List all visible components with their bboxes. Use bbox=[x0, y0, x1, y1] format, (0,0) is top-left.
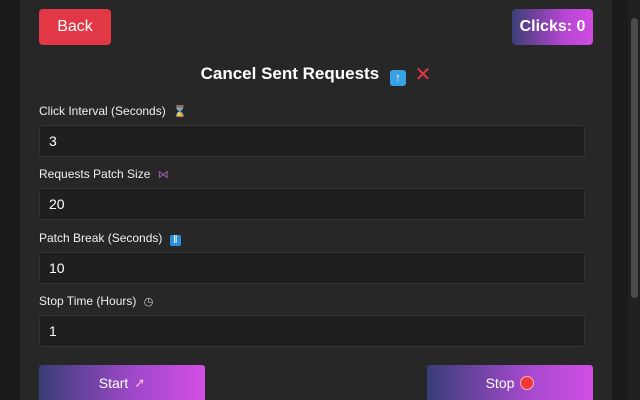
click-interval-label: Click Interval (Seconds) ⌛ bbox=[39, 104, 187, 118]
start-button[interactable]: Start ➚ bbox=[39, 365, 205, 400]
start-button-label: Start bbox=[98, 375, 129, 391]
stop-time-label-text: Stop Time (Hours) bbox=[39, 294, 137, 308]
patch-break-label-text: Patch Break (Seconds) bbox=[39, 231, 163, 245]
main-panel: Back Clicks: 0 Cancel Sent Requests ↑ ✕ … bbox=[20, 0, 612, 400]
stop-time-input[interactable]: 1 bbox=[39, 315, 585, 347]
patch-break-label: Patch Break (Seconds) ‖ bbox=[39, 231, 181, 246]
page-title-text: Cancel Sent Requests bbox=[200, 64, 380, 83]
cross-icon: ✕ bbox=[414, 64, 432, 86]
scrollbar-thumb[interactable] bbox=[631, 18, 638, 298]
clicks-counter: Clicks: 0 bbox=[512, 9, 593, 45]
pause-icon: ‖ bbox=[169, 235, 181, 246]
red-circle-icon bbox=[520, 376, 535, 390]
patch-size-label-text: Requests Patch Size bbox=[39, 167, 151, 181]
clock-icon: ◷ bbox=[143, 296, 154, 308]
rocket-icon: ➚ bbox=[134, 375, 146, 390]
page-title: Cancel Sent Requests ↑ ✕ bbox=[20, 62, 612, 87]
click-interval-label-text: Click Interval (Seconds) bbox=[39, 104, 166, 118]
stop-time-label: Stop Time (Hours) ◷ bbox=[39, 294, 153, 308]
patch-size-label: Requests Patch Size ⋈ bbox=[39, 167, 169, 181]
back-button[interactable]: Back bbox=[39, 9, 111, 45]
window: Back Clicks: 0 Cancel Sent Requests ↑ ✕ … bbox=[0, 0, 640, 400]
butterfly-icon: ⋈ bbox=[157, 169, 169, 181]
stop-button[interactable]: Stop bbox=[427, 365, 593, 400]
stop-button-label: Stop bbox=[485, 375, 515, 391]
patch-size-input[interactable]: 20 bbox=[39, 188, 585, 220]
hourglass-icon: ⌛ bbox=[173, 106, 187, 118]
up-arrow-icon: ↑ bbox=[389, 70, 406, 86]
click-interval-input[interactable]: 3 bbox=[39, 125, 585, 157]
patch-break-input[interactable]: 10 bbox=[39, 252, 585, 284]
